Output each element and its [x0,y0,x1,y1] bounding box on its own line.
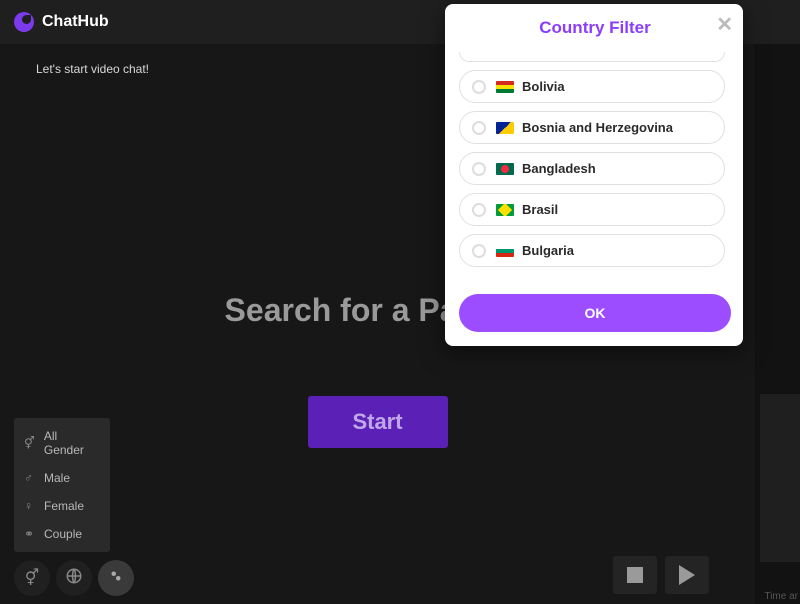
right-panel [760,394,800,562]
globe-icon [65,567,83,590]
radio-icon [472,121,486,135]
flag-icon-bulgaria [496,245,514,257]
stop-icon [627,567,643,583]
playback-controls [613,556,709,594]
logo-icon [14,12,34,32]
brand-name: ChatHub [42,13,109,31]
flag-icon-bangladesh [496,163,514,175]
time-hint: Time ar [764,591,798,602]
radio-icon [472,203,486,217]
gender-male-icon: ♂ [24,471,38,485]
settings-button[interactable] [98,560,134,596]
gender-all-icon: ⚥ [24,436,38,450]
modal-title: Country Filter [459,18,731,38]
country-name: Bulgaria [522,243,574,258]
country-option[interactable]: Brasil [459,193,725,226]
country-option[interactable]: Bosnia and Herzegovina [459,111,725,144]
gender-filter-panel: ⚥ All Gender ♂ Male ♀ Female ⚭ Couple [14,418,110,552]
radio-icon [472,80,486,94]
right-sidebar: Time ar [755,44,800,604]
gender-filter-button[interactable]: ⚥ [14,560,50,596]
radio-icon [472,162,486,176]
country-option[interactable]: Bolivia [459,70,725,103]
country-option[interactable]: Bulgaria [459,234,725,267]
country-name: Bosnia and Herzegovina [522,120,673,135]
flag-icon-bolivia [496,81,514,93]
country-name: Bolivia [522,79,565,94]
gender-option-all[interactable]: ⚥ All Gender [14,422,110,464]
gender-option-couple[interactable]: ⚭ Couple [14,520,110,548]
country-option-partial[interactable] [459,52,725,62]
start-button[interactable]: Start [308,396,448,448]
gender-label: All Gender [44,429,100,457]
gender-option-female[interactable]: ♀ Female [14,492,110,520]
play-button[interactable] [665,556,709,594]
country-option[interactable]: Bangladesh [459,152,725,185]
close-button[interactable]: ✕ [716,12,733,37]
ok-button[interactable]: OK [459,294,731,332]
flag-icon-brasil [496,204,514,216]
country-name: Brasil [522,202,558,217]
bottom-icon-row: ⚥ [14,560,134,596]
radio-icon [472,244,486,258]
country-filter-button[interactable] [56,560,92,596]
play-icon [679,565,695,585]
gender-option-male[interactable]: ♂ Male [14,464,110,492]
flag-icon-bosnia [496,122,514,134]
stop-button[interactable] [613,556,657,594]
gender-icon: ⚥ [25,568,39,588]
country-filter-modal: ✕ Country Filter Bolivia Bosnia and Herz… [445,4,743,346]
gender-label: Male [44,471,70,485]
country-list[interactable]: Bolivia Bosnia and Herzegovina Banglades… [459,52,731,286]
gender-label: Female [44,499,84,513]
country-name: Bangladesh [522,161,596,176]
gender-label: Couple [44,527,82,541]
gear-icon [107,567,125,590]
gender-couple-icon: ⚭ [24,527,38,541]
gender-female-icon: ♀ [24,499,38,513]
